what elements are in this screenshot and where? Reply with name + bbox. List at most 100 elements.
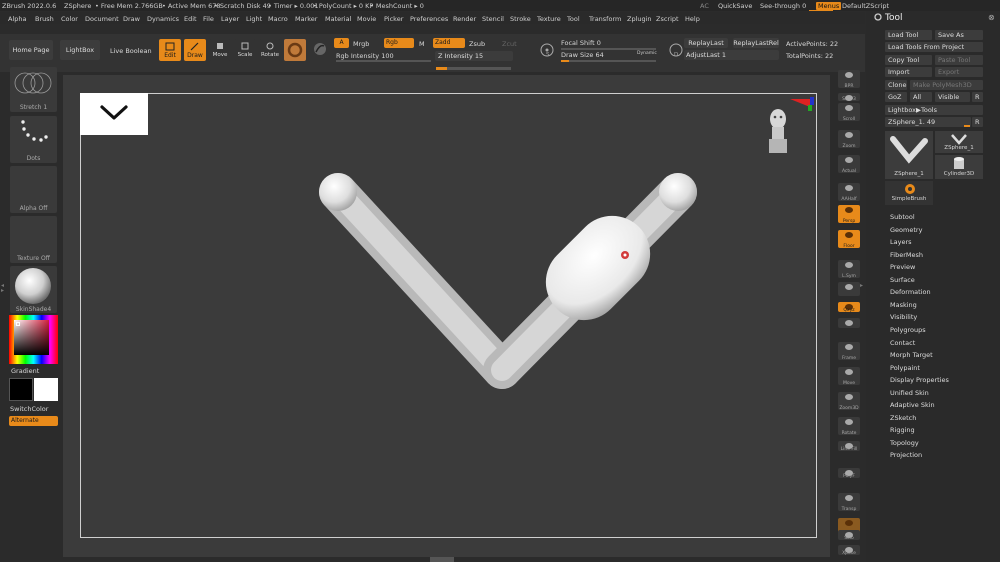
- section-unified-skin[interactable]: Unified Skin: [890, 389, 929, 397]
- tool-floor-button[interactable]: Floor: [838, 230, 860, 249]
- menu-file[interactable]: File: [203, 15, 214, 23]
- right-tray-toggle-icon[interactable]: ▸: [860, 282, 863, 289]
- menu-tool[interactable]: Tool: [567, 15, 580, 23]
- material-selector[interactable]: SkinShade4: [10, 266, 57, 313]
- section-visibility[interactable]: Visibility: [890, 313, 917, 321]
- mrgb-button[interactable]: Mrgb: [353, 40, 369, 48]
- menu-help[interactable]: Help: [685, 15, 700, 23]
- menu-marker[interactable]: Marker: [295, 15, 317, 23]
- tool-thumb-simplebrush[interactable]: SimpleBrush: [885, 181, 933, 205]
- tool-aahalf-button[interactable]: AAHalf: [838, 183, 860, 202]
- a-button[interactable]: A: [334, 38, 349, 48]
- menu-zscript[interactable]: Zscript: [656, 15, 679, 23]
- menu-zplugin[interactable]: Zplugin: [627, 15, 652, 23]
- rotate-button[interactable]: Rotate: [259, 39, 281, 61]
- tool-xpose-button[interactable]: Xpose: [838, 545, 860, 556]
- switch-color-button[interactable]: SwitchColor: [10, 405, 48, 413]
- lightbox-button[interactable]: LightBox: [60, 40, 100, 60]
- make-polymesh-button[interactable]: Make PolyMesh3D: [910, 80, 983, 90]
- rgb-button[interactable]: Rgb: [384, 38, 414, 48]
- draw-button[interactable]: Draw: [184, 39, 206, 61]
- paste-tool-button[interactable]: Paste Tool: [935, 55, 983, 65]
- section-preview[interactable]: Preview: [890, 263, 915, 271]
- tool-move-button[interactable]: Move: [838, 367, 860, 386]
- section-rigging[interactable]: Rigging: [890, 426, 915, 434]
- close-panel-icon[interactable]: ⊗: [988, 13, 995, 22]
- alpha-dots-selector[interactable]: Dots: [10, 116, 57, 163]
- section-contact[interactable]: Contact: [890, 339, 915, 347]
- alpha-selector[interactable]: Alpha Off: [10, 166, 57, 213]
- menu-edit[interactable]: Edit: [184, 15, 197, 23]
- section-polypaint[interactable]: Polypaint: [890, 364, 920, 372]
- menu-preferences[interactable]: Preferences: [410, 15, 448, 23]
- see-through-slider[interactable]: See-through 0: [760, 2, 806, 10]
- section-layers[interactable]: Layers: [890, 238, 912, 246]
- menu-movie[interactable]: Movie: [357, 15, 376, 23]
- tool-persp-button[interactable]: Persp: [838, 205, 860, 224]
- menu-stroke[interactable]: Stroke: [510, 15, 531, 23]
- zadd-button[interactable]: Zadd: [433, 38, 465, 48]
- gradient-button[interactable]: Gradient: [11, 367, 39, 375]
- zsphere-model[interactable]: [280, 170, 720, 400]
- section-surface[interactable]: Surface: [890, 276, 915, 284]
- stroke-selector[interactable]: Stretch 1: [10, 67, 57, 112]
- menu-render[interactable]: Render: [453, 15, 476, 23]
- m-button[interactable]: M: [419, 40, 425, 48]
- texture-selector[interactable]: Texture Off: [10, 216, 57, 263]
- tool-zoom3d-button[interactable]: Zoom3D: [838, 392, 860, 411]
- menu-texture[interactable]: Texture: [537, 15, 561, 23]
- zcut-button[interactable]: Zcut: [502, 40, 517, 48]
- tool-actual-button[interactable]: Actual: [838, 155, 860, 174]
- bottom-tray-handle[interactable]: [430, 557, 454, 562]
- tool-thumb-zsphere-active[interactable]: ZSphere_1: [885, 131, 933, 179]
- tool-zoom-button[interactable]: Zoom: [838, 130, 860, 149]
- smooth-icon[interactable]: [313, 41, 327, 57]
- menu-picker[interactable]: Picker: [384, 15, 403, 23]
- tool-linefill-button[interactable]: Line Fill: [838, 441, 860, 452]
- primary-color-swatch[interactable]: [9, 378, 33, 401]
- zsphere-tool-slider[interactable]: ZSphere_1. 49: [885, 117, 971, 127]
- edit-button[interactable]: Edit: [159, 39, 181, 61]
- tool-transp-button[interactable]: Transp: [838, 493, 860, 512]
- tool-spix-button[interactable]: SPix 3: [838, 93, 860, 102]
- tool-thumb-cylinder[interactable]: Cylinder3D: [935, 155, 983, 179]
- section-projection[interactable]: Projection: [890, 451, 922, 459]
- load-tool-button[interactable]: Load Tool: [885, 30, 932, 40]
- menu-stencil[interactable]: Stencil: [482, 15, 504, 23]
- section-morph-target[interactable]: Morph Target: [890, 351, 933, 359]
- section-zsketch[interactable]: ZSketch: [890, 414, 916, 422]
- menu-layer[interactable]: Layer: [221, 15, 239, 23]
- export-button[interactable]: Export: [935, 67, 983, 77]
- save-as-button[interactable]: Save As: [935, 30, 983, 40]
- gear-icon[interactable]: [874, 13, 882, 21]
- menu-alpha[interactable]: Alpha: [8, 15, 26, 23]
- replay-last-button[interactable]: ReplayLast: [684, 38, 728, 48]
- adjust-last-slider[interactable]: AdjustLast 1: [684, 50, 779, 60]
- draw-size-slider[interactable]: Draw Size 64: [561, 51, 604, 59]
- section-display-properties[interactable]: Display Properties: [890, 376, 949, 384]
- z-intensity-slider[interactable]: Z Intensity 15: [435, 51, 513, 61]
- copy-tool-button[interactable]: Copy Tool: [885, 55, 932, 65]
- rgb-intensity-slider[interactable]: Rgb Intensity 100: [336, 52, 394, 60]
- move-button[interactable]: Move: [209, 39, 231, 61]
- section-deformation[interactable]: Deformation: [890, 288, 931, 296]
- navigation-head-icon[interactable]: [764, 97, 816, 157]
- zsub-button[interactable]: Zsub: [469, 40, 485, 48]
- menu-brush[interactable]: Brush: [35, 15, 54, 23]
- dynamic-button[interactable]: Dynamic: [637, 51, 657, 56]
- default-zscript-button[interactable]: DefaultZScript: [842, 2, 889, 10]
- section-masking[interactable]: Masking: [890, 301, 917, 309]
- home-page-button[interactable]: Home Page: [9, 40, 53, 60]
- secondary-color-swatch[interactable]: [34, 378, 58, 401]
- section-subtool[interactable]: Subtool: [890, 213, 915, 221]
- tool-solo-button[interactable]: Solo: [838, 530, 860, 541]
- r-button[interactable]: R: [972, 92, 983, 102]
- menus-button[interactable]: Menus: [816, 2, 842, 10]
- r-button-2[interactable]: R: [972, 117, 983, 127]
- focal-shift-slider[interactable]: Focal Shift 0: [561, 39, 601, 47]
- visible-button[interactable]: Visible: [935, 92, 970, 102]
- alternate-button[interactable]: Alternate: [9, 416, 58, 426]
- tool-polyf-button[interactable]: PolyF: [838, 468, 860, 479]
- all-button[interactable]: All: [910, 92, 932, 102]
- tool-qxyz-button[interactable]: Qxyz: [838, 302, 860, 313]
